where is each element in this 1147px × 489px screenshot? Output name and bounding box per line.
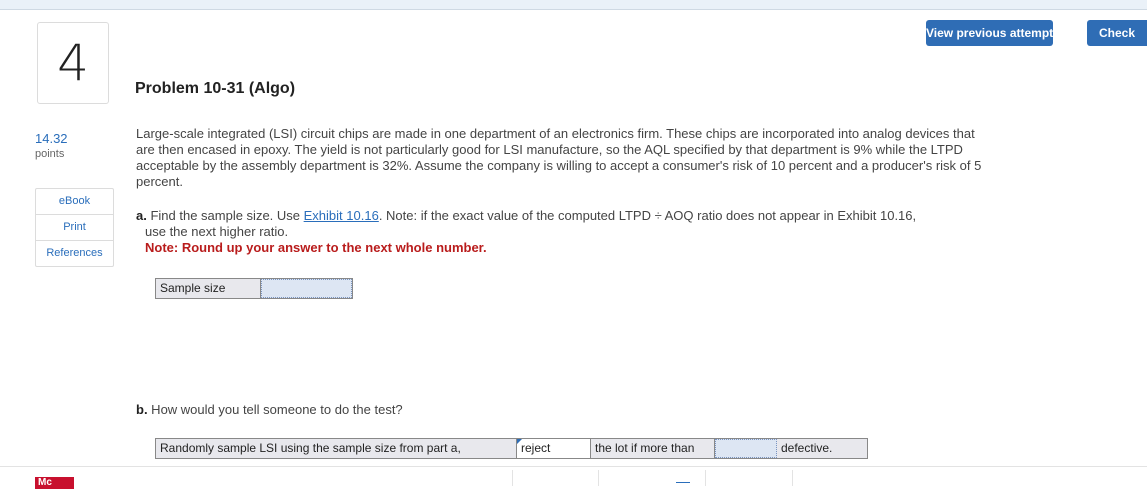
round-up-note: Note: Round up your answer to the next w…: [145, 240, 487, 255]
lot-text-cell: the lot if more than: [591, 439, 715, 458]
footer-separator: [512, 470, 513, 486]
question-number: 4: [57, 34, 89, 92]
part-b-question: How would you tell someone to do the tes…: [147, 402, 403, 417]
part-b-letter: b.: [136, 402, 148, 417]
instruction-text-cell: Randomly sample LSI using the sample siz…: [156, 439, 517, 458]
footer-separator: [705, 470, 706, 486]
footer-divider: [0, 466, 1147, 467]
references-button[interactable]: References: [36, 241, 113, 266]
check-button[interactable]: Check: [1087, 20, 1147, 46]
part-a-text-line2: use the next higher ratio.: [145, 224, 289, 239]
defective-count-input[interactable]: [715, 439, 777, 458]
defective-text-cell: defective.: [781, 441, 833, 455]
sample-size-table: Sample size: [155, 278, 353, 299]
part-a-text-after: . Note: if the exact value of the comput…: [378, 208, 917, 223]
grid-icon[interactable]: [676, 482, 690, 486]
side-button-group: eBook Print References: [35, 188, 114, 267]
dropdown-value: reject: [521, 441, 551, 455]
top-bar: [0, 0, 1147, 10]
ebook-button[interactable]: eBook: [36, 189, 113, 215]
problem-title: Problem 10-31 (Algo): [135, 80, 296, 97]
footer-separator: [598, 470, 599, 486]
test-instruction-table: Randomly sample LSI using the sample siz…: [155, 438, 868, 459]
print-button[interactable]: Print: [36, 215, 113, 241]
question-number-box: 4: [37, 22, 109, 104]
part-a-text: Find the sample size. Use: [146, 208, 304, 223]
part-b-prompt: b. How would you tell someone to do the …: [136, 402, 403, 417]
dropdown-marker-icon: [517, 439, 522, 444]
mcgraw-hill-logo: Mc: [35, 477, 74, 489]
view-previous-attempt-button[interactable]: View previous attempt: [926, 20, 1053, 46]
part-a-prompt: a. Find the sample size. Use Exhibit 10.…: [136, 208, 996, 256]
part-a-letter: a.: [136, 208, 147, 223]
problem-statement: Large-scale integrated (LSI) circuit chi…: [136, 126, 982, 189]
points-value: 14.32: [35, 131, 68, 146]
sample-size-label: Sample size: [156, 279, 261, 298]
points-label: points: [35, 148, 65, 160]
sample-size-input[interactable]: [261, 279, 352, 298]
footer-separator: [792, 470, 793, 486]
reject-accept-dropdown[interactable]: reject: [517, 439, 591, 458]
exhibit-link[interactable]: Exhibit 10.16: [304, 208, 379, 223]
